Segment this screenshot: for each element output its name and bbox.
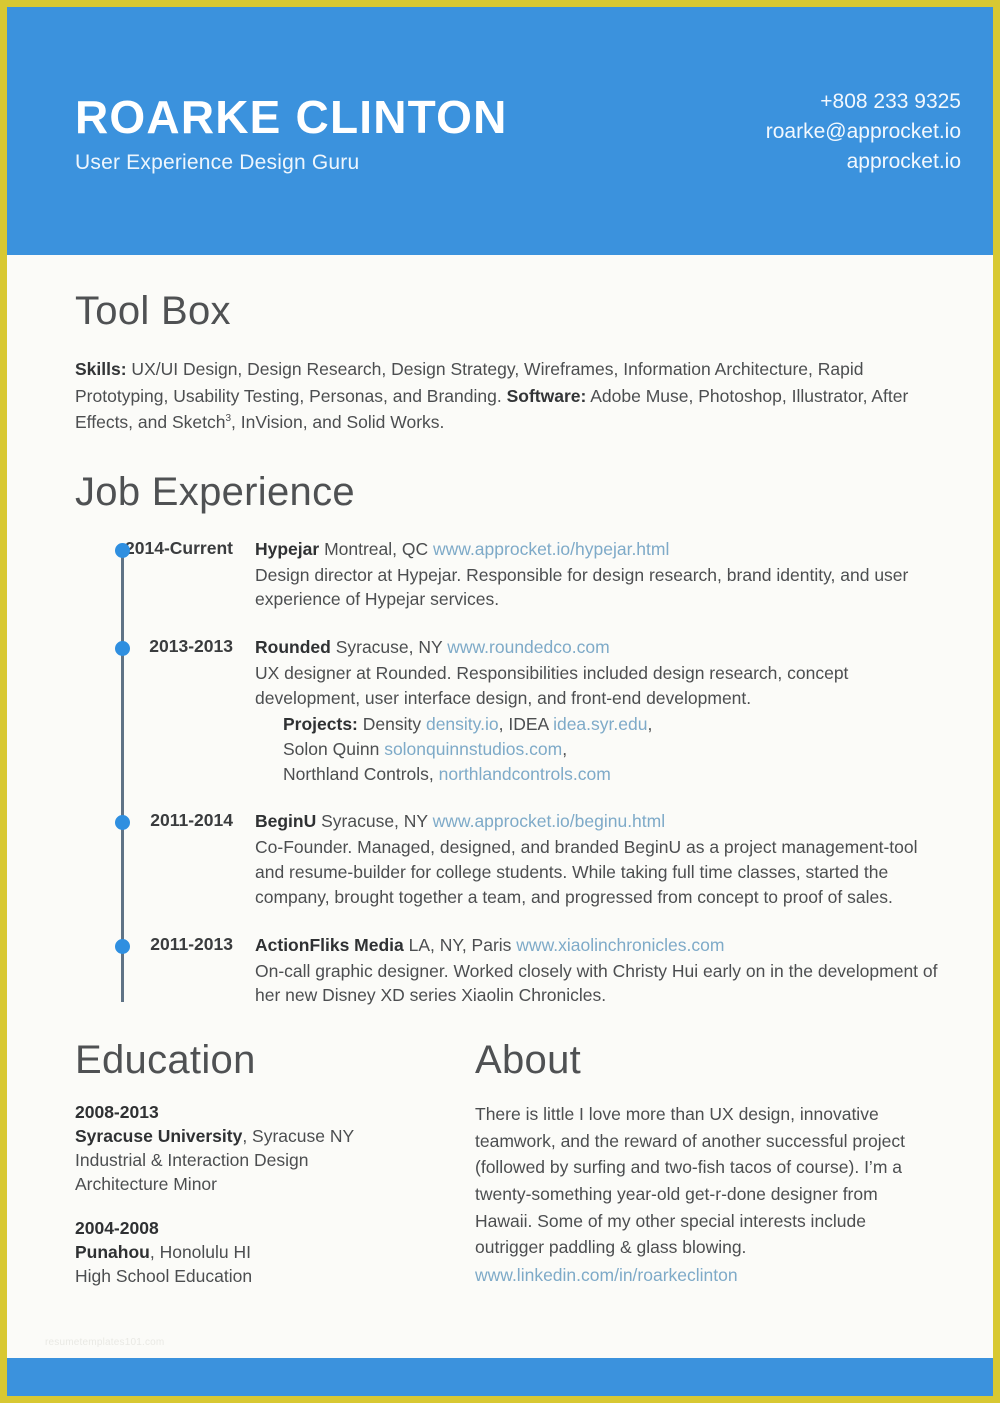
page-title: ROARKE CLINTON [75, 90, 508, 143]
job-entry: 2013-2013 Rounded Syracuse, NY www.round… [75, 635, 941, 786]
job-years: 2011-2013 [150, 933, 233, 954]
education-entry: 2004-2008 Punahou, Honolulu HI High Scho… [75, 1217, 475, 1289]
project-link[interactable]: solonquinnstudios.com [384, 739, 562, 759]
job-link[interactable]: www.approcket.io/hypejar.html [433, 539, 669, 559]
job-headline: Hypejar Montreal, QC www.approcket.io/hy… [255, 537, 941, 562]
job-entry: 2014-Current Hypejar Montreal, QC www.ap… [75, 537, 941, 613]
section-about: About There is little I love more than U… [475, 1038, 941, 1309]
education-location: , Honolulu HI [149, 1242, 252, 1263]
job-projects: Projects: Density density.io, IDEA idea.… [255, 712, 941, 787]
about-paragraph: There is little I love more than UX desi… [475, 1101, 941, 1288]
contact-website[interactable]: approcket.io [766, 147, 961, 177]
section-heading-education: Education [75, 1038, 256, 1083]
project-text: Solon Quinn [283, 738, 385, 759]
software-text-after: , InVision, and Solid Works. [231, 412, 445, 433]
footer-bar [7, 1358, 993, 1396]
job-entry: 2011-2013 ActionFliks Media LA, NY, Pari… [75, 933, 941, 1009]
section-heading-job-experience: Job Experience [75, 469, 355, 514]
bottom-columns: Education 2008-2013 Syracuse University,… [75, 1038, 941, 1309]
job-details: ActionFliks Media LA, NY, Paris www.xiao… [255, 933, 941, 1009]
education-school-line: Punahou, Honolulu HI [75, 1241, 475, 1265]
section-tool-box: Tool Box Skills: UX/UI Design, Design Re… [75, 289, 941, 436]
timeline-dot-icon [115, 938, 130, 954]
projects-line: Solon Quinn solonquinnstudios.com, [283, 737, 941, 762]
job-company: Hypejar [255, 538, 320, 559]
job-headline: BeginU Syracuse, NY www.approcket.io/beg… [255, 809, 941, 834]
job-location: Syracuse, NY [316, 811, 433, 832]
project-link[interactable]: idea.syr.edu [553, 714, 647, 734]
job-company: BeginU [255, 811, 317, 832]
project-text: , [647, 713, 653, 734]
projects-line: Northland Controls, northlandcontrols.co… [283, 762, 941, 787]
section-job-experience: Job Experience 2014-Current Hypejar Mont… [75, 470, 941, 1009]
job-company: Rounded [255, 637, 331, 658]
job-location: LA, NY, Paris [403, 934, 517, 955]
job-location: Montreal, QC [319, 538, 433, 559]
software-label: Software: [506, 385, 587, 406]
job-headline: ActionFliks Media LA, NY, Paris www.xiao… [255, 933, 941, 958]
education-school: Punahou [75, 1242, 150, 1263]
contact-email[interactable]: roarke@approcket.io [766, 117, 961, 147]
education-detail: Industrial & Interaction Design [75, 1150, 309, 1171]
job-years: 2014-Current [125, 537, 233, 558]
job-link[interactable]: www.xiaolinchronicles.com [516, 935, 724, 955]
project-text: Density [357, 713, 426, 734]
job-years: 2013-2013 [149, 636, 233, 657]
education-school: Syracuse University [75, 1126, 243, 1147]
job-description: UX designer at Rounded. Responsibilities… [255, 663, 849, 708]
projects-label: Projects: [283, 713, 358, 734]
job-details: Rounded Syracuse, NY www.roundedco.com U… [255, 635, 941, 786]
job-details: Hypejar Montreal, QC www.approcket.io/hy… [255, 537, 941, 613]
contact-block: +808 233 9325 roarke@approcket.io approc… [766, 87, 961, 176]
tool-box-paragraph: Skills: UX/UI Design, Design Research, D… [75, 356, 919, 436]
section-education: Education 2008-2013 Syracuse University,… [75, 1038, 475, 1309]
job-description: On-call graphic designer. Worked closely… [255, 960, 938, 1006]
linkedin-link[interactable]: www.linkedin.com/in/roarkeclinton [475, 1262, 919, 1289]
project-text: , IDEA [498, 713, 554, 734]
section-heading-tool-box: Tool Box [75, 289, 231, 333]
job-company: ActionFliks Media [255, 934, 404, 955]
job-years: 2011-2014 [150, 810, 233, 831]
job-title-subtitle: User Experience Design Guru [75, 151, 360, 175]
job-link[interactable]: www.roundedco.com [447, 637, 609, 657]
project-link[interactable]: northlandcontrols.com [439, 764, 611, 784]
timeline-dot-icon [115, 542, 130, 558]
section-heading-about: About [475, 1038, 582, 1083]
education-detail: High School Education [75, 1266, 253, 1287]
skills-label: Skills: [75, 359, 127, 379]
job-headline: Rounded Syracuse, NY www.roundedco.com [255, 635, 941, 660]
education-years: 2008-2013 [75, 1102, 159, 1123]
education-detail: Architecture Minor [75, 1174, 217, 1195]
job-description: Design director at Hypejar. Responsible … [255, 564, 909, 610]
watermark: resumetemplates101.com [45, 1337, 165, 1348]
project-text: , [562, 738, 568, 759]
job-description: Co-Founder. Managed, designed, and brand… [255, 837, 918, 907]
resume-body: Tool Box Skills: UX/UI Design, Design Re… [7, 255, 993, 1309]
education-location: , Syracuse NY [242, 1126, 355, 1147]
about-text: There is little I love more than UX desi… [475, 1104, 905, 1258]
project-text: Northland Controls, [283, 763, 439, 784]
resume-page: ROARKE CLINTON User Experience Design Gu… [0, 0, 1000, 1403]
project-link[interactable]: density.io [426, 714, 499, 734]
education-years: 2004-2008 [75, 1218, 159, 1239]
job-link[interactable]: www.approcket.io/beginu.html [433, 811, 665, 831]
contact-phone[interactable]: +808 233 9325 [766, 87, 961, 117]
job-details: BeginU Syracuse, NY www.approcket.io/beg… [255, 809, 941, 909]
job-entry: 2011-2014 BeginU Syracuse, NY www.approc… [75, 809, 941, 909]
header-identity: ROARKE CLINTON User Experience Design Gu… [75, 93, 508, 175]
projects-line: Projects: Density density.io, IDEA idea.… [283, 712, 941, 737]
resume-header: ROARKE CLINTON User Experience Design Gu… [7, 7, 993, 255]
education-entry: 2008-2013 Syracuse University, Syracuse … [75, 1101, 475, 1197]
education-school-line: Syracuse University, Syracuse NY [75, 1125, 475, 1149]
experience-timeline: 2014-Current Hypejar Montreal, QC www.ap… [75, 537, 941, 1009]
job-location: Syracuse, NY [330, 637, 448, 658]
